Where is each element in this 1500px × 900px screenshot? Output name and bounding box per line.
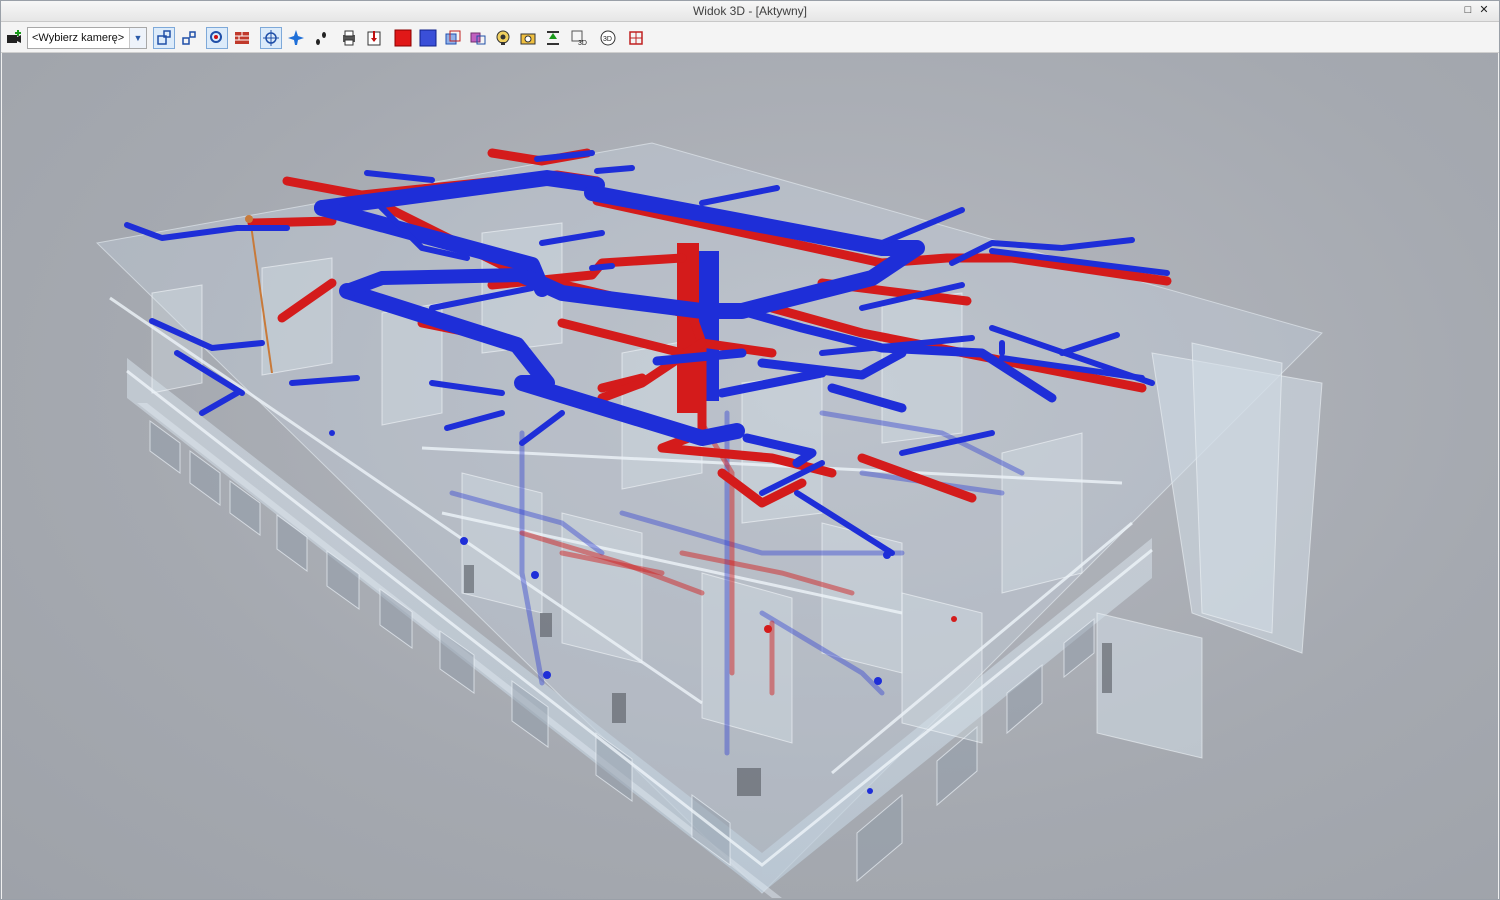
add-camera-icon bbox=[7, 30, 21, 43]
fly-button[interactable] bbox=[285, 27, 307, 49]
3d-view-button[interactable]: 3D bbox=[568, 27, 590, 49]
walk-icon bbox=[316, 32, 326, 45]
restore-button[interactable]: □ bbox=[1461, 3, 1475, 17]
red-color-icon bbox=[394, 29, 412, 47]
blue-color-icon bbox=[419, 29, 437, 47]
3d-view-window: Widok 3D - [Aktywny] □ ✕ <Wybierz kamerę… bbox=[0, 0, 1500, 900]
toolbar: <Wybierz kamerę> ▼ 3D 3D bbox=[1, 22, 1499, 53]
zoom-region-button[interactable] bbox=[206, 27, 228, 49]
render-icon bbox=[496, 30, 510, 45]
layers-button[interactable] bbox=[442, 27, 464, 49]
blue-color-button[interactable] bbox=[417, 27, 439, 49]
3d-viewport[interactable] bbox=[2, 53, 1498, 899]
filter-icon bbox=[470, 32, 486, 45]
camera-select[interactable]: <Wybierz kamerę> ▼ bbox=[27, 27, 147, 49]
wall-icon bbox=[235, 32, 249, 44]
print-button[interactable] bbox=[338, 27, 360, 49]
navigate-button[interactable] bbox=[260, 27, 282, 49]
zoom-region-icon bbox=[210, 31, 222, 43]
add-camera-button[interactable] bbox=[3, 27, 25, 49]
wall-button[interactable] bbox=[231, 27, 253, 49]
close-button[interactable]: ✕ bbox=[1477, 3, 1491, 17]
svg-text:3D: 3D bbox=[578, 40, 587, 47]
pan-icon bbox=[182, 31, 196, 45]
red-color-button[interactable] bbox=[392, 27, 414, 49]
level-button[interactable] bbox=[542, 27, 564, 49]
3d-view-icon: 3D bbox=[571, 30, 587, 47]
rotate-3d-button[interactable]: 3D bbox=[597, 27, 619, 49]
navigate-icon bbox=[263, 30, 279, 46]
filter-button[interactable] bbox=[467, 27, 489, 49]
chevron-down-icon[interactable]: ▼ bbox=[129, 28, 146, 48]
level-icon bbox=[547, 31, 559, 45]
section-button[interactable] bbox=[625, 27, 647, 49]
fly-icon bbox=[288, 30, 304, 45]
camera-select-value: <Wybierz kamerę> bbox=[32, 32, 125, 44]
rotate-3d-icon: 3D bbox=[600, 30, 616, 46]
pan-button[interactable] bbox=[178, 27, 200, 49]
layers-icon bbox=[445, 30, 461, 45]
title-bar: Widok 3D - [Aktywny] □ ✕ bbox=[1, 1, 1499, 22]
section-icon bbox=[629, 31, 643, 45]
building-3d-model bbox=[95, 142, 1323, 898]
print-icon bbox=[343, 30, 355, 46]
walk-button[interactable] bbox=[310, 27, 332, 49]
orbit-button[interactable] bbox=[153, 27, 175, 49]
export-icon bbox=[367, 31, 381, 46]
snapshot-button[interactable] bbox=[517, 27, 539, 49]
export-button[interactable] bbox=[363, 27, 385, 49]
window-title: Widok 3D - [Aktywny] bbox=[692, 4, 808, 18]
orbit-icon bbox=[157, 30, 171, 45]
svg-text:3D: 3D bbox=[603, 36, 612, 43]
snapshot-icon bbox=[520, 33, 536, 45]
render-button[interactable] bbox=[492, 27, 514, 49]
